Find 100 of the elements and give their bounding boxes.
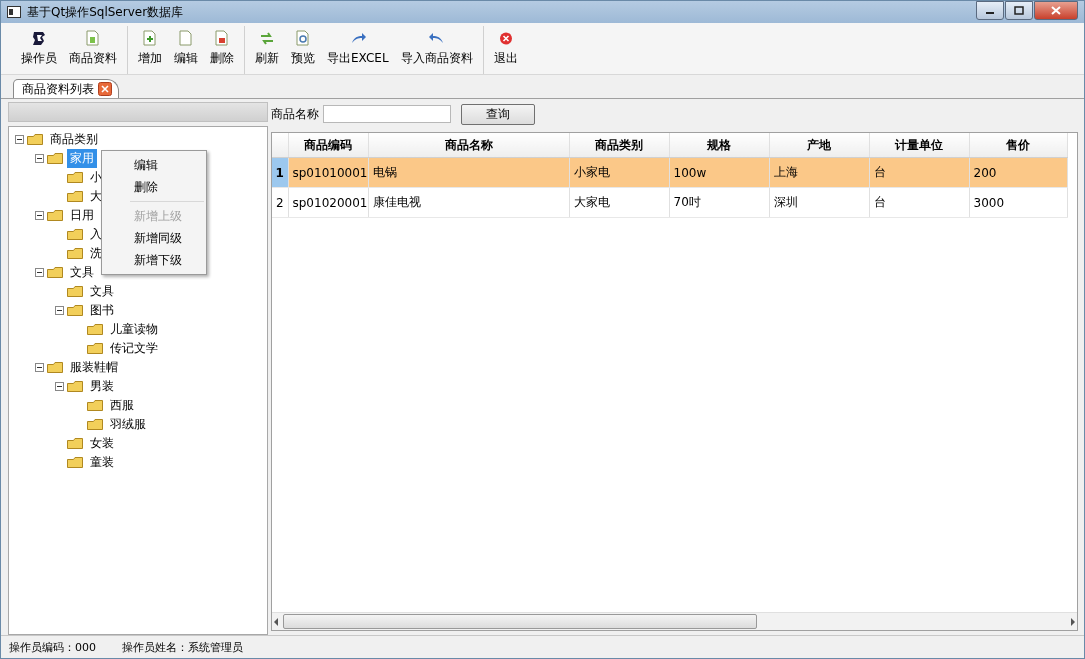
folder-icon [47,209,64,222]
toolbar-button[interactable]: 导入商品资料 [394,26,479,70]
tree-item[interactable]: 服装鞋帽 [67,358,121,377]
preview-icon [294,29,312,47]
table-cell: 70吋 [669,187,769,218]
folder-icon [67,171,84,184]
collapse-icon[interactable] [55,382,64,391]
collapse-icon[interactable] [35,268,44,277]
column-header[interactable]: 产地 [769,133,869,158]
tree-item[interactable]: 商品类别 [47,130,101,149]
close-button[interactable] [1034,1,1078,20]
folder-icon [87,342,104,355]
table-cell: 上海 [769,157,869,188]
toolbar-button[interactable]: 增加 [132,26,168,70]
tree-item[interactable]: 男装 [87,377,117,396]
collapse-icon[interactable] [15,135,24,144]
status-text: 操作员姓名：系统管理员 [122,639,243,655]
folder-icon [67,285,84,298]
folder-icon [47,361,64,374]
column-header[interactable]: 计量单位 [869,133,969,158]
toolbar-button[interactable]: 删除 [204,26,240,70]
minimize-button[interactable] [976,1,1004,20]
folder-icon [67,228,84,241]
toolbar-button[interactable]: 导出EXCEL [321,26,395,70]
menu-item[interactable]: 编辑 [102,154,206,176]
document-icon [177,29,195,47]
tree-item[interactable]: 西服 [107,396,137,415]
tree-item[interactable]: 童装 [87,453,117,472]
collapse-icon[interactable] [35,211,44,220]
table-cell: 3000 [969,187,1067,218]
corner-cell [272,133,288,158]
table-cell: 台 [869,187,969,218]
scroll-thumb[interactable] [283,614,757,629]
folder-icon [87,399,104,412]
column-header[interactable]: 商品类别 [569,133,669,158]
table-cell: 大家电 [569,187,669,218]
table-cell: 200 [969,157,1067,188]
document-icon [84,29,102,47]
add-document-icon [141,29,159,47]
toolbar-button[interactable]: 操作员 [15,26,63,70]
app-icon [7,5,21,19]
folder-icon [67,437,84,450]
close-icon [1051,6,1061,15]
tree-item[interactable]: 洗 [87,244,105,263]
folder-icon [87,323,104,336]
maximize-icon [1014,6,1024,15]
status-text: 操作员编码：000 [9,639,96,655]
collapse-icon[interactable] [35,363,44,372]
folder-icon [87,418,104,431]
tree-item[interactable]: 入 [87,225,105,244]
scroll-right-icon [1069,616,1077,627]
window-title: 基于Qt操作SqlServer数据库 [27,3,185,21]
folder-icon [27,133,44,146]
menu-item[interactable]: 新增同级 [102,227,206,249]
folder-icon [47,266,64,279]
tree-item[interactable]: 文具 [67,263,97,282]
column-header[interactable]: 商品名称 [368,133,569,158]
row-number[interactable]: 1 [272,157,288,188]
column-header[interactable]: 商品编码 [288,133,368,158]
folder-icon [47,152,64,165]
tree-item[interactable]: 大 [87,187,105,206]
tab-label: 商品资料列表 [22,80,94,98]
person-icon [30,29,48,47]
tree-item[interactable]: 文具 [87,282,117,301]
folder-icon [67,456,84,469]
tree-item[interactable]: 儿童读物 [107,320,161,339]
toolbar-button[interactable]: 退出 [487,26,524,70]
tree-item[interactable]: 女装 [87,434,117,453]
column-header[interactable]: 售价 [969,133,1067,158]
maximize-button[interactable] [1005,1,1033,20]
tree-item[interactable]: 日用 [67,206,97,225]
table-cell: 100w [669,157,769,188]
table-cell: 小家电 [569,157,669,188]
delete-document-icon [213,29,231,47]
column-header[interactable]: 规格 [669,133,769,158]
toolbar-button[interactable]: 编辑 [168,26,204,70]
search-button[interactable]: 查询 [461,103,535,125]
toolbar-button[interactable]: 预览 [285,26,321,70]
folder-icon [67,190,84,203]
toolbar-button[interactable]: 商品资料 [63,26,123,70]
tree-item[interactable]: 图书 [87,301,117,320]
toolbar-button[interactable]: 刷新 [249,26,285,70]
tree-item[interactable]: 羽绒服 [107,415,149,434]
tree-item[interactable]: 小 [87,168,105,187]
search-field[interactable] [323,105,451,123]
tree-item[interactable]: 传记文学 [107,339,161,358]
menu-item[interactable]: 新增下级 [102,249,206,271]
table-cell: 深圳 [769,187,869,218]
horizontal-scrollbar[interactable] [272,612,1077,630]
folder-icon [67,304,84,317]
folder-icon [67,247,84,260]
collapse-icon[interactable] [55,306,64,315]
collapse-icon[interactable] [35,154,44,163]
scroll-left-icon [272,616,280,627]
tab[interactable]: 商品资料列表 [13,79,119,98]
menu-item[interactable]: 删除 [102,176,206,198]
row-number[interactable]: 2 [272,187,288,218]
table-cell: sp01010001 [288,157,368,188]
table-cell: 电锅 [368,157,569,188]
table-cell: sp01020001 [288,187,368,218]
